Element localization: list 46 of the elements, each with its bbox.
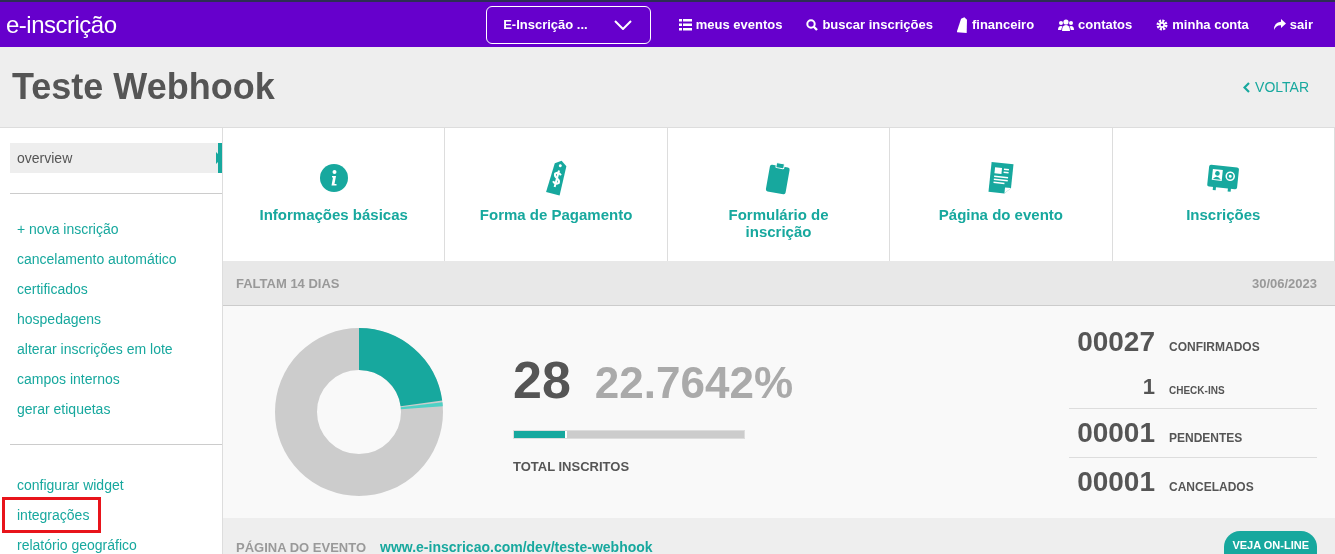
stat-value: 00027: [1076, 326, 1155, 358]
stat-label: CHECK-INS: [1169, 385, 1225, 396]
event-page-label: PÁGINA DO EVENTO: [236, 540, 367, 554]
chevron-down-icon: [613, 19, 632, 30]
sidebar-item[interactable]: hospedagens: [10, 304, 222, 334]
percent-value: 22.7642%: [594, 358, 793, 408]
gear-icon: [1156, 18, 1169, 31]
back-link[interactable]: VOLTAR: [1243, 79, 1309, 95]
countdown-text: FALTAM 14 DIAS: [236, 275, 340, 291]
users-icon: [1058, 18, 1075, 31]
view-online-button[interactable]: VEJA ON-LINE: [1224, 531, 1317, 554]
chevron-left-icon: [1243, 81, 1251, 93]
page-title: Teste Webhook: [12, 66, 275, 108]
nav-link[interactable]: sair: [1272, 17, 1313, 32]
total-label: TOTAL INSCRITOS: [513, 459, 631, 474]
sidebar-item[interactable]: campos internos: [10, 364, 222, 394]
stat-value: 00001: [1076, 417, 1155, 449]
sidebar-item[interactable]: cancelamento automático: [10, 244, 222, 274]
sidebar-item[interactable]: gerar etiquetas: [10, 394, 222, 424]
total-count: 28: [513, 350, 571, 410]
stat-value: 1: [1141, 374, 1155, 400]
nav-link[interactable]: meus eventos: [678, 17, 783, 32]
contact-card-icon: [1206, 163, 1241, 193]
nav-link[interactable]: financeiro: [957, 16, 1035, 33]
event-date: 30/06/2023: [1251, 275, 1317, 291]
sidebar-item[interactable]: configurar widget: [10, 470, 222, 500]
nav-link[interactable]: contatos: [1058, 17, 1133, 32]
stat-label: CONFIRMADOS: [1169, 340, 1260, 354]
stat-label: CANCELADOS: [1169, 480, 1254, 494]
event-url-link[interactable]: www.e-inscricao.com/dev/teste-webhook: [380, 539, 653, 554]
sidebar-item[interactable]: + nova inscrição: [10, 214, 222, 244]
info-icon: [318, 163, 349, 193]
search-icon: [806, 18, 819, 31]
stat-value: 00001: [1076, 466, 1155, 498]
logo[interactable]: e-inscrição: [6, 10, 117, 39]
sidebar-item[interactable]: relatório geográfico: [10, 530, 222, 554]
event-select[interactable]: E-Inscrição ...: [486, 5, 651, 44]
sidebar-item[interactable]: alterar inscrições em lote: [10, 334, 222, 364]
tag-icon: [957, 16, 968, 33]
list-icon: [678, 18, 692, 31]
share-icon: [1272, 19, 1286, 30]
sidebar-item[interactable]: integrações: [5, 500, 98, 530]
sidebar-item[interactable]: certificados: [10, 274, 222, 304]
nav-link[interactable]: buscar inscrições: [806, 17, 933, 32]
stat-label: PENDENTES: [1169, 431, 1243, 445]
nav-link[interactable]: minha conta: [1156, 17, 1249, 32]
